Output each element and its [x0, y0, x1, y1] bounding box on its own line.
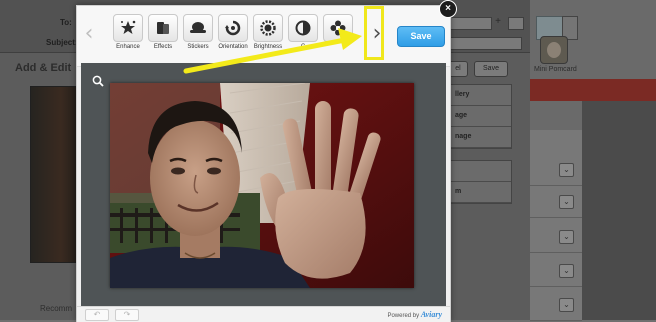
annotation-arrow — [183, 28, 362, 74]
